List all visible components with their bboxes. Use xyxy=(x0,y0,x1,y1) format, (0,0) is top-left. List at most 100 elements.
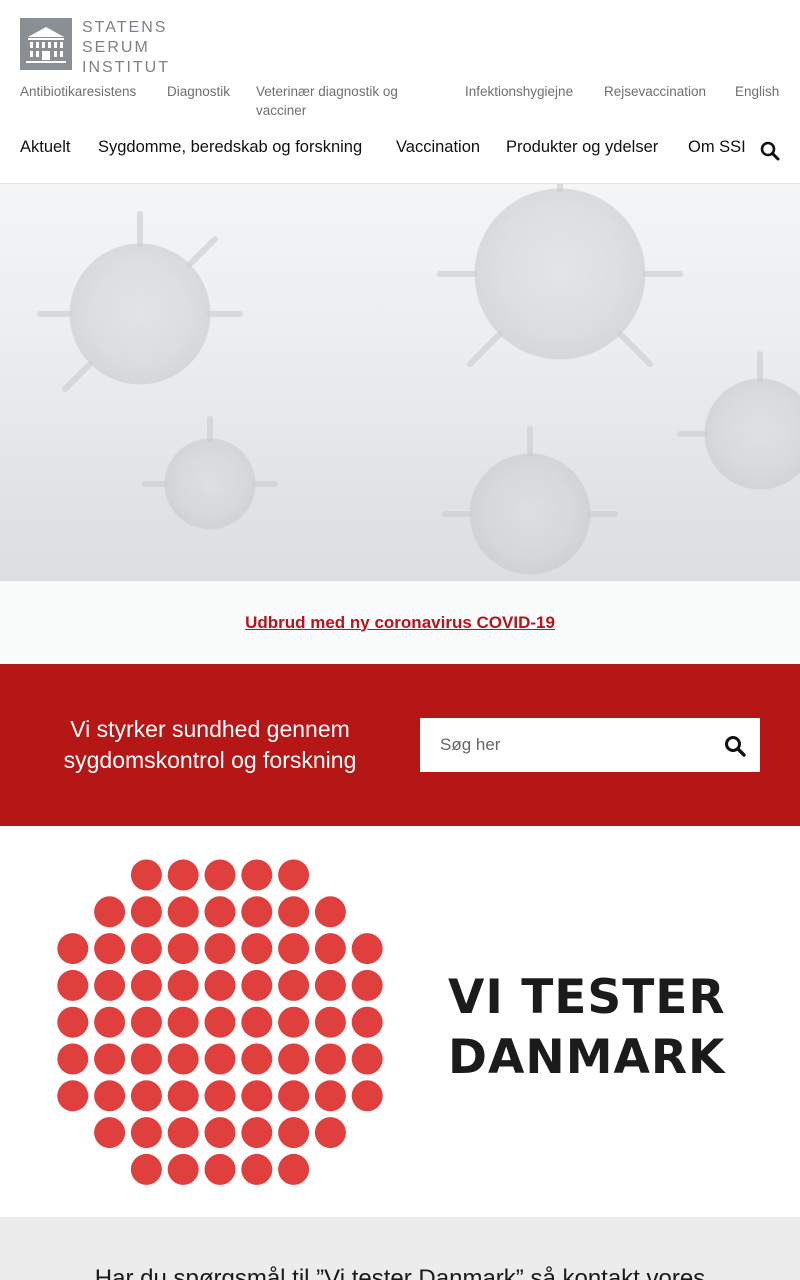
logo-dot xyxy=(351,969,383,1001)
logo-dot xyxy=(167,1153,199,1185)
logo-dot xyxy=(130,896,162,928)
logo-dot xyxy=(278,933,310,965)
logo-dot xyxy=(130,969,162,1001)
logo-dot xyxy=(94,1080,126,1112)
logo-dot xyxy=(130,1080,162,1112)
logo-dot xyxy=(204,1080,236,1112)
nav-aktuelt[interactable]: Aktuelt xyxy=(20,138,70,157)
search-box xyxy=(420,718,760,772)
logo-dot xyxy=(204,933,236,965)
banner-title-line-1: VI TESTER xyxy=(448,970,726,1025)
logo-dot xyxy=(241,859,273,891)
institute-building-icon xyxy=(20,18,72,70)
search-icon[interactable] xyxy=(724,735,746,757)
logo-dot xyxy=(94,1117,126,1149)
logo-dot xyxy=(94,896,126,928)
logo-dot xyxy=(204,1153,236,1185)
logo-line-3: INSTITUT xyxy=(82,59,170,76)
logo-wordmark: STATENS SERUM INSTITUT xyxy=(82,18,170,78)
logo-dot xyxy=(94,1006,126,1038)
logo-dot xyxy=(94,1043,126,1075)
logo-dot xyxy=(130,859,162,891)
logo-dot xyxy=(204,1117,236,1149)
logo-dot xyxy=(278,1117,310,1149)
logo-dot xyxy=(57,1080,89,1112)
dot-hexagon-logo xyxy=(57,859,383,1185)
utility-link-infektionshygiejne[interactable]: Infektionshygiejne xyxy=(465,82,573,101)
logo-dot xyxy=(241,1080,273,1112)
logo-dot xyxy=(167,1080,199,1112)
logo-dot xyxy=(314,1080,346,1112)
logo-dot xyxy=(130,1043,162,1075)
nav-vaccination[interactable]: Vaccination xyxy=(396,138,480,157)
logo-dot xyxy=(314,1117,346,1149)
logo-dot xyxy=(204,1043,236,1075)
contact-section: Har du spørgsmål til ”Vi tester Danmark”… xyxy=(0,1217,800,1280)
logo-dot xyxy=(314,969,346,1001)
logo-dot xyxy=(278,1043,310,1075)
logo-line-2: SERUM xyxy=(82,39,150,56)
logo-dot xyxy=(204,969,236,1001)
logo-dot xyxy=(57,1006,89,1038)
banner-title-line-2: DANMARK xyxy=(448,1030,726,1085)
logo-dot xyxy=(130,1006,162,1038)
logo-dot xyxy=(241,1153,273,1185)
covid-link[interactable]: Udbrud med ny coronavirus COVID-19 xyxy=(245,613,555,633)
tagline: Vi styrker sundhed gennem sygdomskontrol… xyxy=(63,716,357,773)
ssi-logo[interactable]: STATENS SERUM INSTITUT xyxy=(20,18,170,78)
banner-title: VI TESTER DANMARK xyxy=(448,968,748,1088)
logo-dot xyxy=(204,859,236,891)
logo-dot xyxy=(167,1043,199,1075)
logo-dot xyxy=(167,859,199,891)
logo-dot xyxy=(314,1006,346,1038)
logo-dot xyxy=(130,1117,162,1149)
logo-dot xyxy=(314,933,346,965)
utility-link-english[interactable]: English xyxy=(735,82,779,101)
logo-dot xyxy=(241,1117,273,1149)
logo-dot xyxy=(57,933,89,965)
logo-dot xyxy=(204,896,236,928)
logo-dot xyxy=(351,933,383,965)
search-input[interactable] xyxy=(420,718,710,772)
logo-dot xyxy=(130,933,162,965)
site-header: STATENS SERUM INSTITUT Antibiotikaresist… xyxy=(0,0,800,184)
utility-link-veterinaer-line2[interactable]: vacciner xyxy=(256,101,306,120)
logo-dot xyxy=(241,933,273,965)
utility-link-antibiotikaresistens[interactable]: Antibiotikaresistens xyxy=(20,82,136,101)
logo-dot xyxy=(204,1006,236,1038)
logo-dot xyxy=(130,1153,162,1185)
utility-link-rejsevaccination[interactable]: Rejsevaccination xyxy=(604,82,706,101)
logo-dot xyxy=(167,969,199,1001)
logo-dot xyxy=(94,969,126,1001)
logo-dot xyxy=(278,969,310,1001)
logo-dot xyxy=(167,1117,199,1149)
logo-dot xyxy=(241,896,273,928)
logo-dot xyxy=(314,896,346,928)
logo-dot xyxy=(241,1043,273,1075)
logo-dot xyxy=(351,1080,383,1112)
hero-virus-image xyxy=(0,184,800,581)
logo-dot xyxy=(278,859,310,891)
utility-link-veterinaer-line1[interactable]: Veterinær diagnostik og xyxy=(256,82,398,101)
nav-sygdomme[interactable]: Sygdomme, beredskab og forskning xyxy=(98,138,362,157)
nav-produkter[interactable]: Produkter og ydelser xyxy=(506,138,658,157)
contact-heading: Har du spørgsmål til ”Vi tester Danmark”… xyxy=(94,1265,706,1280)
logo-dot xyxy=(167,933,199,965)
logo-dot xyxy=(278,896,310,928)
logo-dot xyxy=(278,1153,310,1185)
logo-dot xyxy=(241,969,273,1001)
logo-dot xyxy=(351,1043,383,1075)
logo-dot xyxy=(314,1043,346,1075)
covid-notice: Udbrud med ny coronavirus COVID-19 xyxy=(0,581,800,664)
logo-dot xyxy=(94,933,126,965)
nav-om-ssi[interactable]: Om SSI xyxy=(688,138,746,157)
logo-dot xyxy=(167,1006,199,1038)
logo-dot xyxy=(57,1043,89,1075)
logo-dot xyxy=(278,1080,310,1112)
utility-link-diagnostik[interactable]: Diagnostik xyxy=(167,82,230,101)
logo-dot xyxy=(278,1006,310,1038)
logo-dot xyxy=(167,896,199,928)
search-icon[interactable] xyxy=(760,141,780,161)
logo-line-1: STATENS xyxy=(82,19,168,36)
logo-dot xyxy=(241,1006,273,1038)
